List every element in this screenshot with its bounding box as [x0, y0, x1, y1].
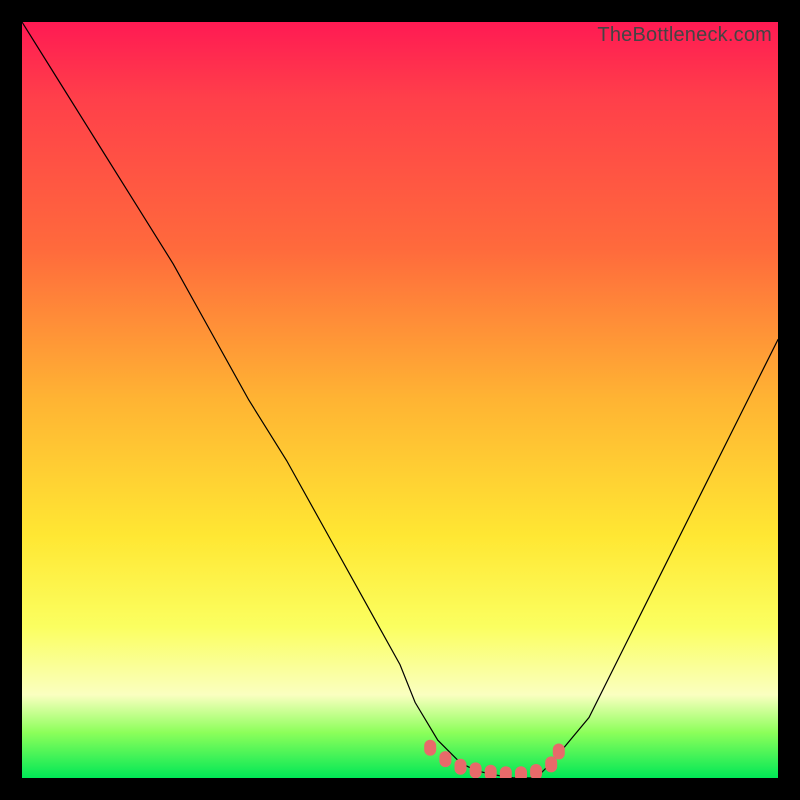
optimal-marker [485, 765, 497, 778]
optimal-marker [500, 766, 512, 778]
optimal-marker [439, 751, 451, 767]
optimal-zone-markers [424, 740, 565, 778]
bottleneck-curve [22, 22, 778, 778]
plot-area: TheBottleneck.com [22, 22, 778, 778]
optimal-marker [470, 762, 482, 778]
optimal-marker [530, 764, 542, 778]
optimal-marker [553, 744, 565, 760]
optimal-marker [455, 759, 467, 775]
optimal-marker [545, 756, 557, 772]
chart-frame: TheBottleneck.com [0, 0, 800, 800]
optimal-marker [515, 766, 527, 778]
optimal-marker [424, 740, 436, 756]
curve-overlay [22, 22, 778, 778]
